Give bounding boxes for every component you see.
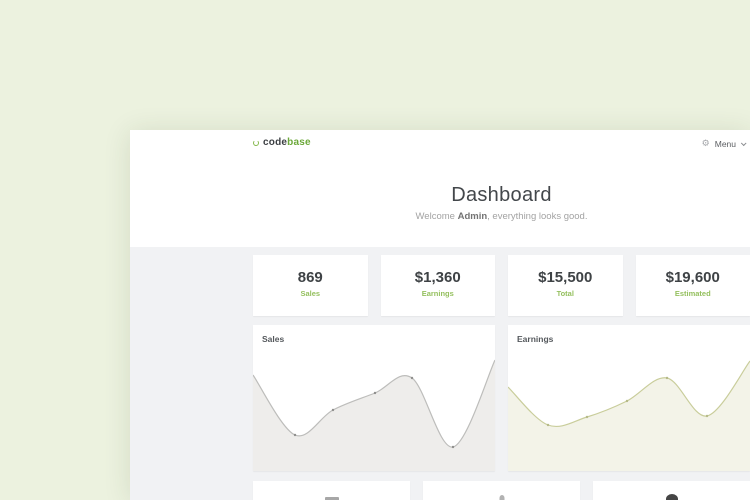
sales-chart-panel: Sales <box>253 325 495 471</box>
bottom-card-1[interactable] <box>253 481 410 500</box>
stat-label: Earnings <box>381 289 496 298</box>
dashboard-window: codebase ⚙ Menu Dashboard Welcome Admin,… <box>130 130 750 500</box>
bottom-cards-row <box>253 481 750 500</box>
welcome-text: Welcome Admin, everything looks good. <box>253 211 750 222</box>
panel-title: Earnings <box>517 334 553 344</box>
menu-label: Menu <box>715 139 736 149</box>
stat-value: $19,600 <box>636 269 750 286</box>
earnings-chart-panel: Earnings <box>508 325 750 471</box>
bottom-card-3[interactable] <box>593 481 750 500</box>
brand-logo[interactable]: codebase <box>253 137 311 148</box>
stat-value: $1,360 <box>381 269 496 286</box>
bottom-card-2[interactable] <box>423 481 580 500</box>
panel-title: Sales <box>262 334 284 344</box>
earnings-area-chart <box>508 325 750 471</box>
stat-card-total[interactable]: $15,500 Total <box>508 255 623 316</box>
chevron-down-icon <box>741 140 747 146</box>
page-title: Dashboard <box>253 184 750 207</box>
stat-card-estimated[interactable]: $19,600 Estimated <box>636 255 750 316</box>
stat-value: $15,500 <box>508 269 623 286</box>
rocket-icon <box>666 494 678 500</box>
logo-text: codebase <box>263 137 311 148</box>
stat-value: 869 <box>253 269 368 286</box>
app-header: codebase ⚙ Menu <box>130 130 750 158</box>
stat-label: Total <box>508 289 623 298</box>
page-background: { "brand": { "logo_prefix": "code", "log… <box>0 0 750 500</box>
welcome-username: Admin <box>458 211 488 222</box>
gear-icon: ⚙ <box>702 140 710 149</box>
sales-area-chart <box>253 325 495 471</box>
charts-row: Sales Earnings <box>253 325 750 471</box>
person-icon <box>499 495 504 500</box>
stat-label: Sales <box>253 289 368 298</box>
header-menu-button[interactable]: ⚙ Menu <box>702 130 745 158</box>
stat-label: Estimated <box>636 289 750 298</box>
app-body: 869 Sales $1,360 Earnings $15,500 Total … <box>130 247 750 500</box>
stat-card-earnings[interactable]: $1,360 Earnings <box>381 255 496 316</box>
stats-row: 869 Sales $1,360 Earnings $15,500 Total … <box>253 255 750 316</box>
codebase-logo-icon <box>253 140 259 146</box>
stat-card-sales[interactable]: 869 Sales <box>253 255 368 316</box>
hero-section: Dashboard Welcome Admin, everything look… <box>253 158 750 247</box>
